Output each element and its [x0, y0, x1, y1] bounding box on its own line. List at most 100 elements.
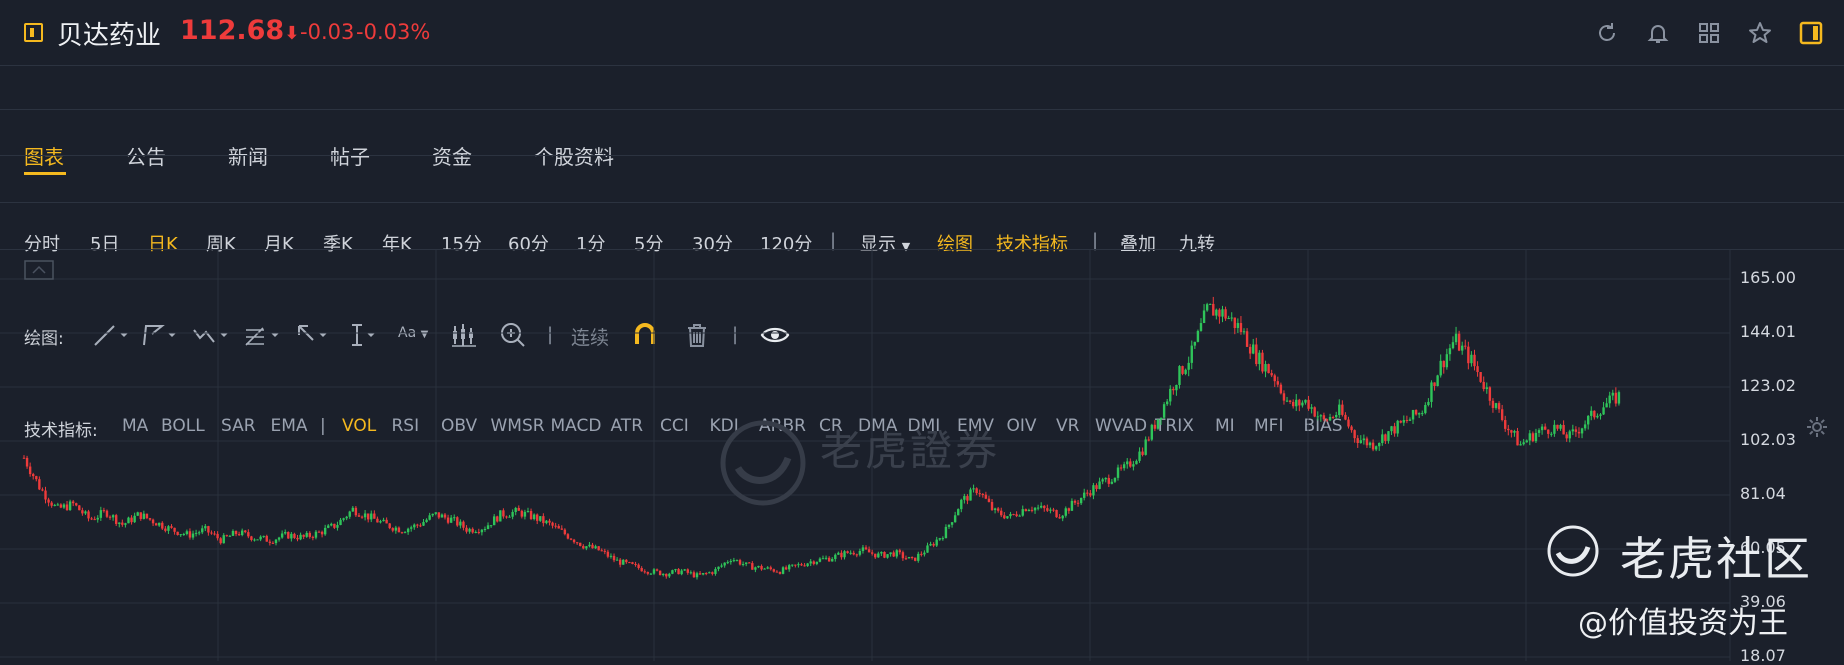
candle-body [136, 512, 139, 516]
candle-body [1159, 417, 1163, 420]
candle-body [781, 567, 785, 574]
candle-body [643, 571, 646, 573]
candle-body [1593, 410, 1596, 418]
candle-body [849, 552, 852, 554]
candle-body [502, 510, 505, 517]
candle-body [1092, 485, 1095, 496]
candle-body [634, 563, 637, 565]
candle-body [1393, 426, 1396, 434]
candle-body [228, 535, 232, 537]
candle-body [1098, 481, 1101, 489]
candle-body [1236, 323, 1240, 328]
candle-body [1122, 464, 1126, 469]
candle-body [1433, 382, 1436, 387]
candle-body [336, 525, 339, 528]
candle-body [53, 504, 56, 506]
candle-body [668, 573, 671, 577]
candle-body [588, 544, 591, 547]
candle-body [422, 521, 425, 526]
star-icon[interactable] [1747, 20, 1773, 46]
candle-body [280, 533, 284, 538]
candle-body [1482, 381, 1485, 390]
candle-body [858, 550, 862, 555]
collapse-indicator-icon[interactable] [24, 260, 54, 280]
candle-body [314, 531, 318, 538]
candle-body [1304, 399, 1307, 403]
candle-body [612, 555, 616, 561]
candle-body [861, 547, 865, 551]
candle-body [1165, 401, 1169, 405]
candle-body [1479, 372, 1482, 382]
candle-body [244, 530, 247, 533]
candle-body [1046, 508, 1049, 511]
candle-body [290, 533, 293, 539]
candle-body [1596, 415, 1599, 418]
candle-body [1605, 403, 1608, 408]
candle-body [787, 565, 791, 570]
candle-body [963, 496, 966, 500]
bell-icon[interactable] [1645, 20, 1671, 46]
candle-body [993, 508, 997, 510]
kline-chart[interactable]: 165.00 144.01 123.02 102.03 81.04 60.05 39.06 1… [0, 250, 1844, 665]
candle-body [130, 517, 133, 523]
candle-body [330, 523, 333, 526]
candle-body [1199, 323, 1203, 331]
candle-body [600, 550, 603, 552]
candle-body [1104, 477, 1107, 480]
candle-body [800, 564, 803, 566]
candle-body [1365, 438, 1369, 446]
candle-body [766, 567, 769, 569]
candle-body [1430, 382, 1433, 402]
candle-body [1218, 309, 1221, 317]
candle-body [456, 517, 459, 526]
grid-icon[interactable] [1696, 20, 1722, 46]
candle-body [1126, 461, 1129, 465]
candle-body [1129, 461, 1132, 467]
candle-body [118, 522, 121, 524]
candle-body [62, 504, 66, 508]
candle-body [354, 507, 358, 516]
candle-body [1577, 431, 1581, 434]
candle-body [216, 533, 219, 539]
candle-body [1227, 318, 1230, 320]
candle-body [732, 560, 736, 562]
candle-body [50, 502, 53, 506]
candle-body [1255, 344, 1258, 365]
candle-body [93, 519, 96, 521]
candle-body [1568, 431, 1571, 439]
candle-body [984, 494, 988, 499]
candle-body [240, 530, 244, 535]
candle-body [440, 514, 444, 518]
candle-body [677, 569, 680, 575]
candle-body [1457, 333, 1461, 351]
candle-body [809, 561, 812, 564]
candle-body [90, 518, 93, 520]
candle-body [84, 511, 87, 514]
candle-body [1608, 395, 1611, 404]
candle-body [237, 534, 241, 536]
candle-body [1132, 464, 1135, 467]
candle-body [695, 573, 699, 578]
candle-body [529, 510, 533, 520]
candle-body [105, 510, 109, 517]
candle-body [1599, 414, 1602, 416]
candle-body [360, 516, 364, 518]
candle-body [1556, 424, 1559, 429]
panel-toggle-icon[interactable] [1798, 20, 1824, 46]
candle-body [81, 510, 84, 514]
candle-body [167, 526, 170, 531]
candle-body [1196, 330, 1200, 342]
tiger-watermark-logo-icon [720, 420, 806, 506]
candle-body [1135, 460, 1138, 465]
candle-body [201, 528, 204, 533]
candle-body [1307, 399, 1310, 409]
candle-body [219, 538, 222, 544]
y-axis-tick-label: 18.07 [1740, 646, 1786, 665]
candle-body [1101, 479, 1104, 482]
candle-body [32, 474, 35, 477]
candle-body [572, 539, 576, 543]
candle-body [302, 534, 305, 537]
refresh-icon[interactable] [1594, 20, 1620, 46]
candle-body [41, 489, 44, 491]
candle-body [462, 521, 465, 528]
